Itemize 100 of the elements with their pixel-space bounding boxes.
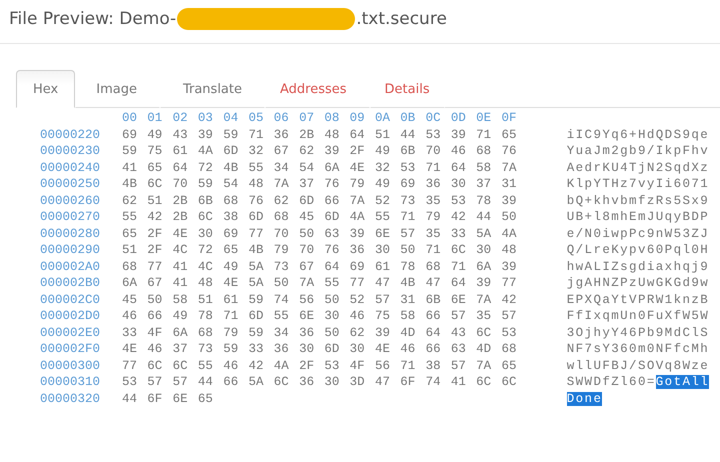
hex-byte: 30 bbox=[324, 374, 340, 390]
hex-byte: 50 bbox=[299, 226, 316, 242]
hex-byte: 6C bbox=[476, 374, 492, 390]
hex-byte: 4E bbox=[223, 275, 240, 292]
hex-byte: 53 bbox=[324, 358, 340, 374]
hex-byte: 50 bbox=[501, 209, 518, 226]
offset-label: 000002C0 bbox=[40, 292, 102, 308]
hex-byte: 73 bbox=[198, 341, 214, 358]
hex-byte: 37 bbox=[172, 341, 189, 358]
hex-byte: 30 bbox=[476, 242, 492, 258]
hex-byte: 7A bbox=[350, 192, 366, 209]
hex-byte: 49 bbox=[147, 126, 164, 143]
ascii-text: jgAHNZPzUwGKGd9w bbox=[566, 276, 710, 290]
hex-byte: 71 bbox=[248, 126, 264, 143]
hex-byte: 30 bbox=[198, 226, 214, 242]
hex-byte: 4E bbox=[172, 226, 189, 242]
offset-label: 00000230 bbox=[40, 143, 102, 160]
hex-byte: 57 bbox=[147, 374, 164, 390]
hex-byte: 6F bbox=[147, 390, 164, 407]
hex-byte: 55 bbox=[274, 308, 290, 324]
hex-byte: 58 bbox=[400, 308, 416, 324]
column-header: 04 bbox=[223, 110, 240, 126]
hex-byte: 59 bbox=[122, 143, 138, 160]
hex-byte: 37 bbox=[476, 176, 492, 192]
hex-byte: 4A bbox=[274, 358, 290, 374]
hex-byte: 49 bbox=[374, 143, 391, 160]
hex-byte: 77 bbox=[147, 258, 164, 275]
hex-byte: 6E bbox=[450, 292, 467, 308]
hex-byte: 6A bbox=[122, 275, 138, 292]
hex-byte: 5A bbox=[248, 275, 264, 292]
hex-byte: 66 bbox=[426, 308, 442, 324]
hex-byte: 6B bbox=[426, 292, 442, 308]
hex-byte: 55 bbox=[324, 275, 340, 292]
hex-byte: 6D bbox=[223, 143, 240, 160]
column-header: 0C bbox=[426, 110, 442, 126]
column-header: 02 bbox=[172, 110, 189, 126]
hex-byte: 68 bbox=[122, 258, 138, 275]
hex-byte: 50 bbox=[147, 292, 164, 308]
hex-byte: 4E bbox=[122, 341, 138, 358]
hex-byte: 6C bbox=[172, 358, 189, 374]
ascii-text: Q/LreKypv60Pql0H bbox=[566, 243, 710, 257]
hex-byte: 62 bbox=[122, 192, 138, 209]
hex-byte: 66 bbox=[147, 308, 164, 324]
hex-byte: 55 bbox=[248, 160, 264, 176]
hex-byte: 43 bbox=[450, 324, 467, 341]
hex-byte: 36 bbox=[274, 341, 290, 358]
column-header: 05 bbox=[248, 110, 264, 126]
hex-byte: 4B bbox=[400, 275, 416, 292]
hex-byte: 56 bbox=[374, 358, 391, 374]
hex-byte: 7A bbox=[274, 176, 290, 192]
hex-byte: 4F bbox=[350, 358, 366, 374]
hex-byte: 39 bbox=[350, 226, 366, 242]
hex-byte: 2F bbox=[299, 358, 316, 374]
offset-label: 000002E0 bbox=[40, 324, 102, 341]
hex-byte: 4C bbox=[172, 242, 189, 258]
hex-byte: 75 bbox=[147, 143, 164, 160]
hex-byte: 4B bbox=[122, 176, 138, 192]
hex-byte: 64 bbox=[426, 324, 442, 341]
hex-byte: 70 bbox=[172, 176, 189, 192]
ascii-text: AedrKU4TjN2SqdXz bbox=[566, 160, 710, 174]
offset-label: 00000260 bbox=[40, 192, 102, 209]
hex-byte: 72 bbox=[198, 160, 214, 176]
hex-byte: 41 bbox=[172, 258, 189, 275]
hex-byte: 38 bbox=[223, 209, 240, 226]
hex-byte: 44 bbox=[400, 126, 416, 143]
hex-byte: 76 bbox=[324, 176, 340, 192]
hex-byte: 3D bbox=[350, 374, 366, 390]
hex-byte: 7A bbox=[299, 275, 316, 292]
hex-byte: 39 bbox=[324, 143, 340, 160]
hex-byte: 39 bbox=[374, 324, 391, 341]
hex-byte: 78 bbox=[400, 258, 416, 275]
hex-byte: 77 bbox=[248, 226, 264, 242]
hex-byte: 79 bbox=[350, 176, 366, 192]
tab[interactable]: Hex bbox=[16, 70, 76, 108]
hex-byte: 59 bbox=[223, 126, 240, 143]
column-header: 0E bbox=[476, 110, 492, 126]
hex-byte: 69 bbox=[122, 126, 138, 143]
ascii-text: 3OjhyY46Pb9MdClS bbox=[566, 326, 710, 340]
offset-label: 00000250 bbox=[40, 176, 102, 192]
hex-byte: 77 bbox=[501, 275, 518, 292]
hex-byte: 42 bbox=[147, 209, 164, 226]
ascii-text: KlpYTHz7vyIi6071 bbox=[566, 177, 710, 191]
hex-byte: 6C bbox=[198, 209, 214, 226]
hex-byte: 70 bbox=[274, 226, 290, 242]
hex-byte: 43 bbox=[172, 126, 189, 143]
ascii-text: GotAll bbox=[656, 375, 710, 389]
hex-byte: 6C bbox=[147, 176, 164, 192]
column-header: 03 bbox=[198, 110, 214, 126]
hex-byte: 70 bbox=[426, 143, 442, 160]
hex-byte: 70 bbox=[299, 242, 316, 258]
hex-byte: 52 bbox=[350, 292, 366, 308]
hex-byte: 39 bbox=[450, 126, 467, 143]
hex-byte: 76 bbox=[324, 242, 340, 258]
hex-byte: 75 bbox=[374, 308, 391, 324]
hex-byte: 51 bbox=[198, 292, 214, 308]
hex-byte: 4D bbox=[476, 341, 492, 358]
hex-byte: 57 bbox=[450, 308, 467, 324]
hex-byte: 33 bbox=[122, 324, 138, 341]
hex-byte: 62 bbox=[299, 143, 316, 160]
column-header: 0A bbox=[374, 110, 391, 126]
